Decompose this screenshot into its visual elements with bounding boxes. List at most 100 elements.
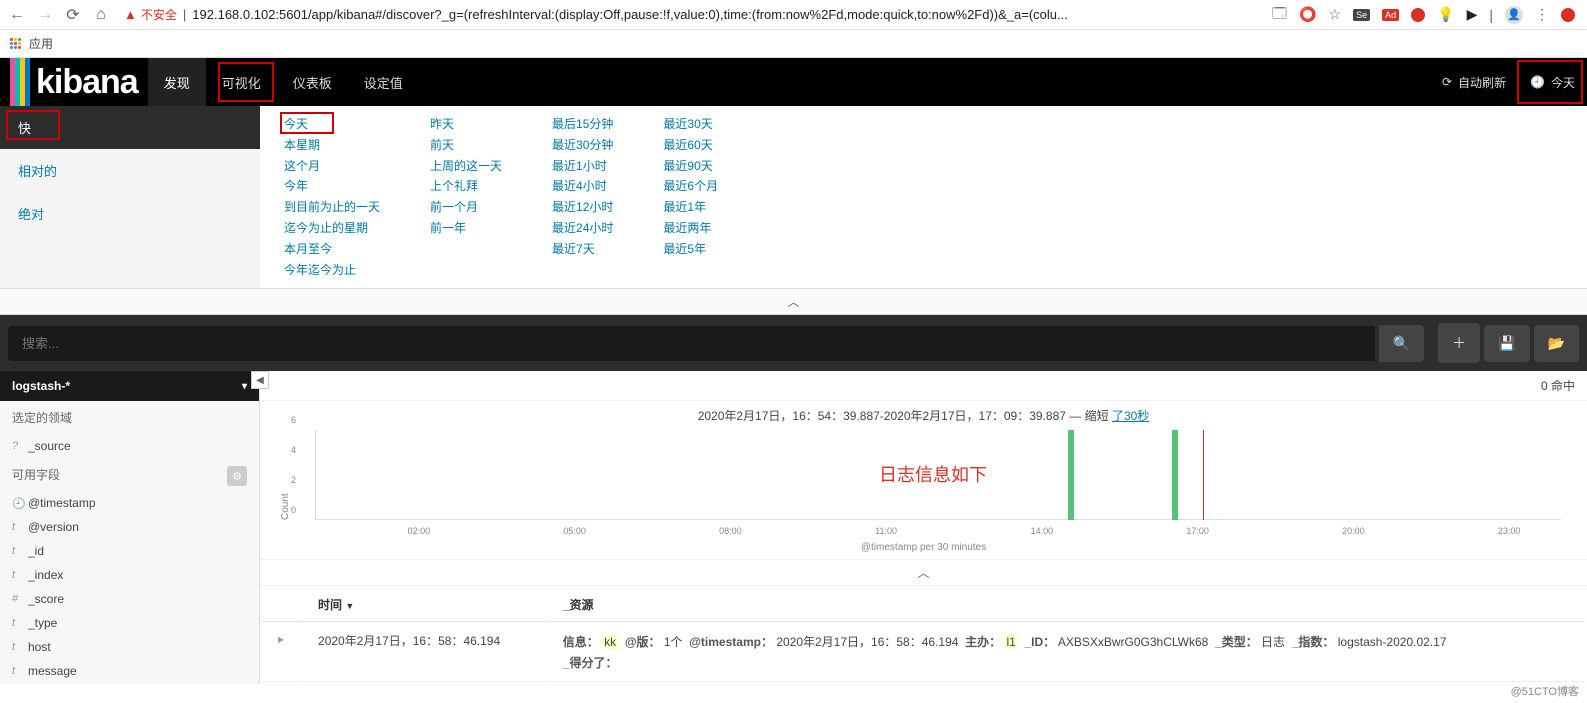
time-col-0: 今天本星期这个月今年到目前为止的一天迄今为止的星期本月至今今年迄今为止: [284, 116, 380, 278]
ext-red-icon[interactable]: [1411, 8, 1425, 22]
time-link[interactable]: 本星期: [284, 137, 380, 154]
time-link[interactable]: 最近5年: [663, 241, 718, 258]
time-link[interactable]: 今年: [284, 178, 380, 195]
quick-time-options: 今天本星期这个月今年到目前为止的一天迄今为止的星期本月至今今年迄今为止 昨天前天…: [260, 106, 742, 288]
time-link[interactable]: 到目前为止的一天: [284, 199, 380, 216]
home-icon[interactable]: ⌂: [92, 6, 110, 24]
index-pattern-selector[interactable]: logstash-*▾: [0, 371, 259, 401]
main-nav: 发现 可视化 仪表板 设定值: [148, 58, 419, 106]
ext-divider: |: [1489, 7, 1493, 23]
time-link[interactable]: 本月至今: [284, 241, 380, 258]
col-time[interactable]: 时间 ▼: [302, 588, 545, 622]
apps-icon[interactable]: [10, 38, 21, 49]
apps-label[interactable]: 应用: [29, 35, 53, 52]
menu-icon[interactable]: ⋮: [1535, 6, 1549, 23]
row-time: 2020年2月17日，16：58：46.194: [302, 624, 545, 682]
time-tab-quick[interactable]: 快: [0, 106, 260, 149]
field-message[interactable]: tmessage: [0, 659, 259, 683]
folder-icon: 📂: [1548, 335, 1565, 351]
nav-discover[interactable]: 发现: [148, 58, 206, 106]
doc-table: 时间 ▼ _资源 ▸ 2020年2月17日，16：58：46.194 信息： k…: [260, 586, 1587, 684]
save-button[interactable]: 💾: [1484, 325, 1529, 362]
time-link[interactable]: 最近1年: [663, 199, 718, 216]
time-link[interactable]: 今年迄今为止: [284, 262, 380, 279]
extension-icons: 🗔 ⭕ ☆ Se Ad 💡 ▶ | 👤 ⋮: [1272, 3, 1579, 27]
time-link[interactable]: 最近7天: [552, 241, 613, 258]
field-index[interactable]: t_index: [0, 563, 259, 587]
time-link[interactable]: 今天: [284, 116, 380, 133]
field-version[interactable]: t@version: [0, 515, 259, 539]
open-button[interactable]: 📂: [1534, 325, 1579, 362]
field-score[interactable]: #_score: [0, 587, 259, 611]
back-icon[interactable]: ←: [8, 6, 26, 24]
share-icon[interactable]: ⭕: [1299, 6, 1316, 23]
search-button[interactable]: 🔍: [1379, 325, 1424, 362]
time-link[interactable]: 最后15分钟: [552, 116, 613, 133]
reload-icon[interactable]: ⟳: [64, 5, 82, 25]
auto-refresh-button[interactable]: ⟳自动刷新: [1430, 74, 1518, 91]
selenium-icon[interactable]: Se: [1353, 9, 1370, 21]
time-link[interactable]: 这个月: [284, 158, 380, 175]
time-link[interactable]: 最近6个月: [663, 178, 718, 195]
collapse-chart[interactable]: ︿: [260, 559, 1587, 586]
time-link[interactable]: 昨天: [430, 116, 502, 133]
refresh-icon: ⟳: [1442, 75, 1452, 89]
time-link[interactable]: 最近1小时: [552, 158, 613, 175]
time-link[interactable]: 最近30天: [663, 116, 718, 133]
time-link[interactable]: 迄今为止的星期: [284, 220, 380, 237]
time-link[interactable]: 最近60天: [663, 137, 718, 154]
nav-dashboard[interactable]: 仪表板: [277, 58, 348, 106]
field-source[interactable]: ?_source: [0, 434, 259, 458]
chart-overlay-text: 日志信息如下: [879, 461, 987, 487]
bulb-icon[interactable]: 💡: [1437, 6, 1454, 23]
notification-icon[interactable]: [1561, 8, 1575, 22]
selected-fields-label: 选定的领域: [0, 401, 259, 434]
hits-count: 0 命中: [260, 371, 1587, 401]
new-button[interactable]: ＋: [1438, 323, 1480, 363]
time-tab-absolute[interactable]: 绝对: [0, 192, 260, 235]
field-type[interactable]: t_type: [0, 611, 259, 635]
collapse-time-panel[interactable]: ︿: [0, 289, 1587, 315]
forward-icon[interactable]: →: [36, 6, 54, 24]
field-id[interactable]: t_id: [0, 539, 259, 563]
search-input[interactable]: [8, 326, 1375, 361]
kibana-header: kibana 发现 可视化 仪表板 设定值 ⟳自动刷新 🕘今天: [0, 58, 1587, 106]
time-link[interactable]: 最近90天: [663, 158, 718, 175]
time-link[interactable]: 最近4小时: [552, 178, 613, 195]
time-link[interactable]: 最近30分钟: [552, 137, 613, 154]
divider: |: [183, 7, 186, 22]
browser-toolbar: ← → ⟳ ⌂ ▲不安全 | 192.168.0.102:5601/app/ki…: [0, 0, 1587, 30]
time-filter-panel: 快 相对的 绝对 今天本星期这个月今年到目前为止的一天迄今为止的星期本月至今今年…: [0, 106, 1587, 289]
chevron-down-icon: ▾: [242, 381, 247, 392]
time-link[interactable]: 上周的这一天: [430, 158, 502, 175]
time-link[interactable]: 上个礼拜: [430, 178, 502, 195]
fields-settings-button[interactable]: ⚙: [227, 466, 247, 486]
time-link[interactable]: 最近24小时: [552, 220, 613, 237]
time-link[interactable]: 前天: [430, 137, 502, 154]
kibana-logo[interactable]: kibana: [0, 58, 148, 106]
search-bar: 🔍 ＋ 💾 📂: [0, 315, 1587, 371]
time-link[interactable]: 前一个月: [430, 199, 502, 216]
profile-avatar[interactable]: 👤: [1505, 6, 1523, 24]
time-link[interactable]: 最近12小时: [552, 199, 613, 216]
address-bar[interactable]: ▲不安全 | 192.168.0.102:5601/app/kibana#/di…: [120, 6, 1262, 23]
star-icon[interactable]: ☆: [1329, 6, 1342, 23]
field-timestamp[interactable]: 🕘@timestamp: [0, 491, 259, 515]
time-col-2: 最后15分钟最近30分钟最近1小时最近4小时最近12小时最近24小时最近7天: [552, 116, 613, 278]
sort-desc-icon: ▼: [345, 601, 354, 611]
expand-row-button[interactable]: ▸: [262, 624, 300, 682]
field-host[interactable]: thost: [0, 635, 259, 659]
time-picker-button[interactable]: 🕘今天: [1518, 74, 1587, 91]
col-source[interactable]: _资源: [547, 588, 1585, 622]
nav-visualize[interactable]: 可视化: [206, 58, 277, 106]
time-tab-relative[interactable]: 相对的: [0, 149, 260, 192]
translate-icon[interactable]: 🗔: [1272, 3, 1287, 27]
narrow-time-link[interactable]: 了30秒: [1112, 409, 1149, 423]
nav-settings[interactable]: 设定值: [348, 58, 419, 106]
histogram-chart: Count 日志信息如下 02:0005:0008:0011:0014:0017…: [260, 430, 1587, 540]
youtube-icon[interactable]: ▶: [1467, 6, 1478, 23]
time-link[interactable]: 最近两年: [663, 220, 718, 237]
time-link[interactable]: 前一年: [430, 220, 502, 237]
chart-area[interactable]: 日志信息如下 02:0005:0008:0011:0014:0017:0020:…: [295, 430, 1571, 540]
ad-icon[interactable]: Ad: [1382, 9, 1399, 21]
